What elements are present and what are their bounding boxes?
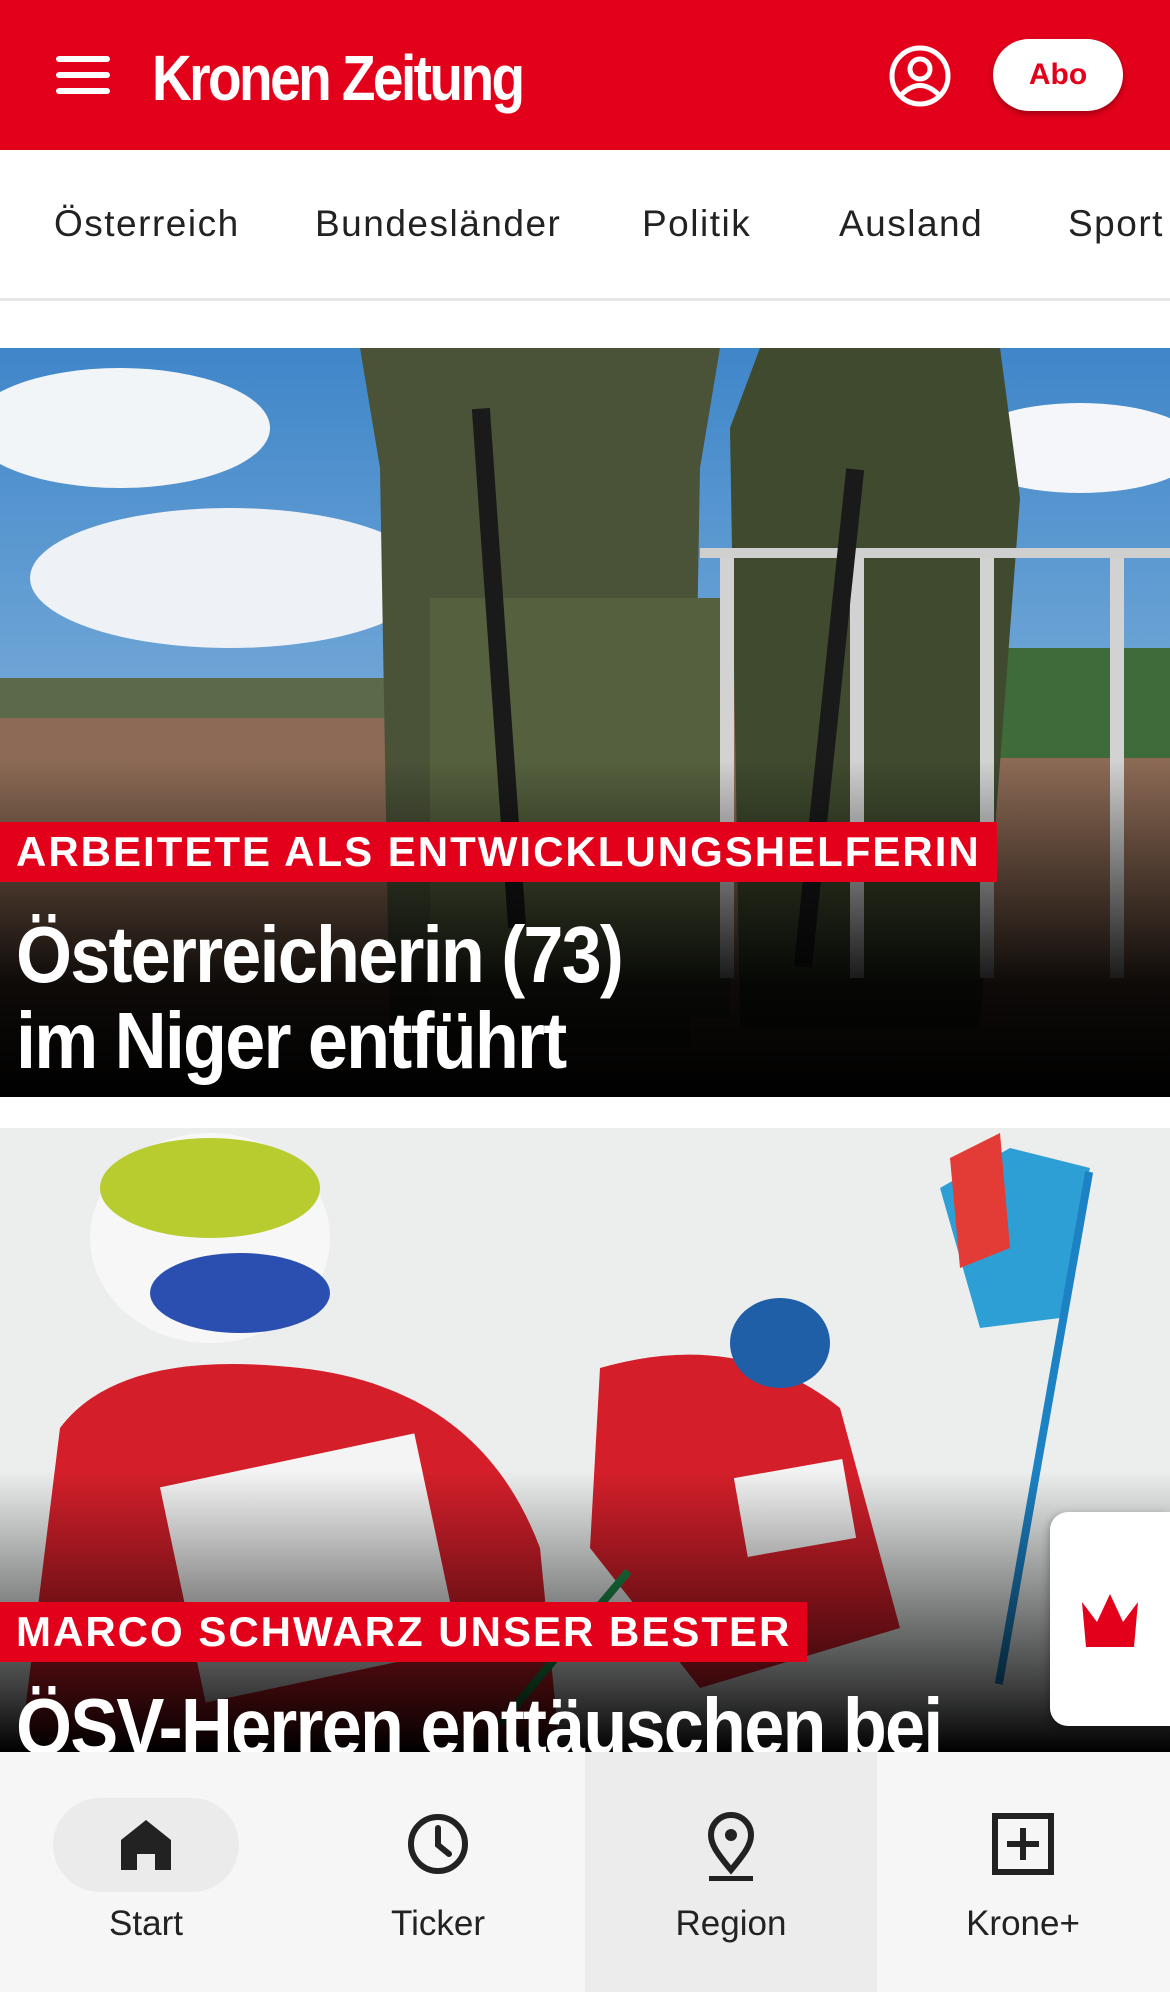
category-nav: Österreich Bundesländer Politik Ausland … bbox=[0, 150, 1170, 301]
tab-region-label: Region bbox=[675, 1904, 787, 1943]
account-icon[interactable] bbox=[888, 44, 952, 108]
article-card[interactable]: ARBEITETE ALS ENTWICKLUNGSHELFERIN Öster… bbox=[0, 348, 1170, 1097]
article-card[interactable]: MARCO SCHWARZ UNSER BESTER ÖSV-Herren en… bbox=[0, 1128, 1170, 1752]
tab-start[interactable]: Start bbox=[0, 1752, 292, 1992]
nav-item-ausland[interactable]: Ausland bbox=[839, 150, 983, 298]
tab-ticker-label: Ticker bbox=[391, 1904, 485, 1943]
article-headline: ÖSV-Herren enttäuschen bei bbox=[16, 1682, 943, 1753]
plus-box-icon bbox=[933, 1796, 1113, 1892]
menu-icon[interactable] bbox=[50, 50, 116, 100]
home-icon bbox=[53, 1798, 239, 1892]
clock-icon bbox=[348, 1796, 528, 1892]
article-headline: Österreicherin (73) im Niger entführt bbox=[16, 910, 624, 1085]
bottom-tab-bar: Start Ticker Region Krone+ bbox=[0, 1752, 1170, 1992]
abo-button[interactable]: Abo bbox=[993, 39, 1123, 111]
nav-item-sport[interactable]: Sport bbox=[1068, 150, 1164, 298]
tab-start-label: Start bbox=[109, 1904, 183, 1943]
nav-item-oesterreich[interactable]: Österreich bbox=[54, 150, 240, 298]
tab-region[interactable]: Region bbox=[585, 1752, 877, 1992]
tab-ticker[interactable]: Ticker bbox=[292, 1752, 584, 1992]
krone-plus-floating-button[interactable] bbox=[1050, 1512, 1170, 1726]
tab-krone-plus[interactable]: Krone+ bbox=[877, 1752, 1169, 1992]
crown-icon bbox=[1082, 1594, 1138, 1647]
article-kicker: MARCO SCHWARZ UNSER BESTER bbox=[0, 1602, 808, 1662]
location-pin-icon bbox=[641, 1796, 821, 1892]
top-app-bar: Kronen Zeitung Abo bbox=[0, 0, 1170, 150]
article-kicker: ARBEITETE ALS ENTWICKLUNGSHELFERIN bbox=[0, 822, 997, 882]
brand-logo[interactable]: Kronen Zeitung bbox=[152, 36, 525, 120]
nav-item-politik[interactable]: Politik bbox=[642, 150, 751, 298]
tab-krone-plus-label: Krone+ bbox=[966, 1904, 1080, 1943]
nav-item-bundeslaender[interactable]: Bundesländer bbox=[315, 150, 561, 298]
